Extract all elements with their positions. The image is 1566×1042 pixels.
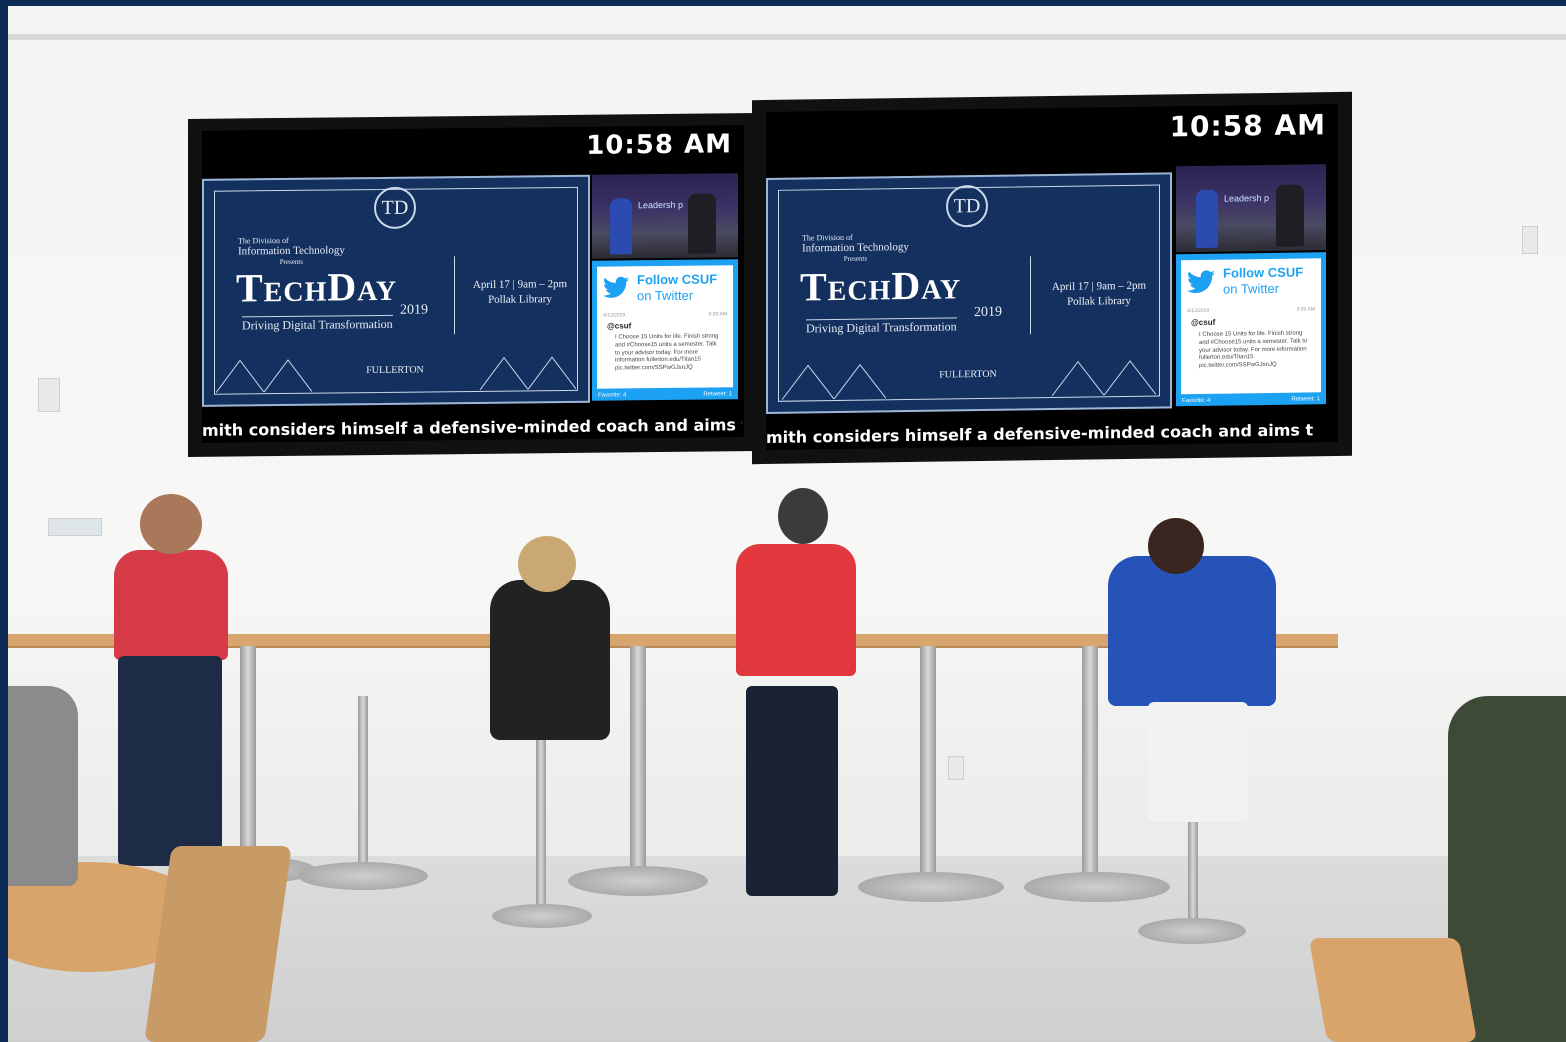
techday-slide: TD The Division of Information Technolog…	[202, 174, 590, 407]
presents-text: The Division of Information Technology P…	[802, 232, 909, 263]
tweet-card: Follow CSUF on Twitter 4/12/2019 9:00 AM…	[1181, 258, 1321, 395]
wall-outlet	[948, 756, 964, 780]
person-head	[518, 536, 576, 592]
twitter-heading: Follow CSUF on Twitter	[1223, 264, 1303, 296]
event-date-line1: April 17 | 9am – 2pm	[1051, 279, 1147, 294]
stool-base	[1138, 918, 1246, 944]
clock-text: 10:58 AM	[586, 129, 732, 161]
person-foreground-left	[8, 686, 78, 886]
event-date-line1: April 17 | 9am – 2pm	[472, 278, 568, 292]
event-title: TechDay	[236, 263, 398, 311]
stool-base	[492, 904, 592, 928]
twitter-heading-line2: on Twitter	[1223, 280, 1280, 297]
tweet-card: Follow CSUF on Twitter 4/12/2019 9:00 AM…	[597, 265, 733, 389]
presenter-right	[688, 193, 716, 254]
counter-base	[568, 866, 708, 896]
triangle-pattern	[216, 356, 576, 393]
presents-line2: Information Technology	[802, 241, 909, 255]
person-jeans	[118, 656, 222, 866]
tweet-date: 4/12/2019	[603, 312, 626, 319]
event-location: Pollak Library	[488, 293, 552, 306]
tweet-retweets: Retweet: 1	[703, 391, 732, 398]
stool-pole	[358, 696, 368, 876]
person-blue-hoodie	[1108, 556, 1276, 706]
event-location: Pollak Library	[1067, 294, 1131, 308]
presents-line2: Information Technology	[238, 244, 345, 258]
twitter-heading-line1: Follow CSUF	[1223, 264, 1304, 281]
thermostat	[48, 518, 102, 536]
presenter-left	[1196, 189, 1218, 248]
ceiling-trim	[8, 34, 1566, 40]
person-black-dress	[490, 580, 610, 740]
slide-divider	[1030, 256, 1031, 335]
video-banner: Leadersh p	[1224, 192, 1270, 204]
video-panel: Leadersh p	[592, 173, 738, 259]
counter-base	[1024, 872, 1170, 902]
video-panel: Leadersh p	[1176, 164, 1326, 253]
event-tagline: Driving Digital Transformation	[806, 317, 957, 337]
tweet-favorites: Favorite: 4	[1182, 397, 1211, 405]
person-red-floral-top	[114, 550, 228, 660]
stool-pole	[536, 726, 546, 916]
presents-text: The Division of Information Technology P…	[238, 235, 345, 266]
person-head	[140, 494, 202, 554]
triangle-pattern	[782, 360, 1156, 400]
twitter-heading-line2: on Twitter	[637, 287, 694, 303]
techday-slide: TD The Division of Information Technolog…	[766, 172, 1172, 414]
counter-base	[858, 872, 1004, 902]
news-ticker: mith considers himself a defensive-minde…	[766, 420, 1314, 447]
event-date: April 17 | 9am – 2pm Pollak Library	[1040, 279, 1158, 310]
person-head	[1148, 518, 1204, 574]
wall-switch-right	[1522, 226, 1538, 254]
twitter-panel: Follow CSUF on Twitter 4/12/2019 9:00 AM…	[1176, 252, 1326, 407]
tweet-handle: @csuf	[607, 321, 632, 331]
clock-text: 10:58 AM	[1169, 108, 1326, 144]
tweet-favorites: Favorite: 4	[598, 392, 627, 399]
counter-leg	[240, 646, 256, 866]
event-year: 2019	[974, 304, 1002, 321]
tweet-time: 9:00 AM	[708, 311, 727, 318]
twitter-bird-icon	[603, 276, 629, 298]
tweet-handle: @csuf	[1191, 317, 1216, 328]
tweet-retweets: Retweet: 1	[1291, 396, 1320, 403]
tweet-time: 9:00 AM	[1296, 306, 1315, 313]
tweet-date: 4/12/2019	[1187, 307, 1210, 315]
event-year: 2019	[400, 302, 428, 318]
wall-switch-left	[38, 378, 60, 412]
person-red-jacket	[736, 544, 856, 676]
tweet-body: I Choose 15 Units for life. Finish stron…	[615, 333, 719, 372]
display-screen-right: 10:58 AM TD The Division of Information …	[752, 91, 1352, 465]
counter-leg	[920, 646, 936, 886]
slide-divider	[454, 256, 455, 335]
person-leggings	[746, 686, 838, 896]
video-banner: Leadersh p	[638, 199, 684, 211]
person-white-pants	[1148, 702, 1248, 822]
display-screen-left: 10:58 AM TD The Division of Information …	[188, 113, 758, 457]
twitter-bird-icon	[1187, 270, 1215, 294]
news-ticker: mith considers himself a defensive-minde…	[202, 415, 742, 440]
twitter-heading: Follow CSUF on Twitter	[637, 271, 717, 303]
td-logo: TD	[374, 186, 416, 230]
event-title: TechDay	[800, 262, 962, 310]
stool-base	[298, 862, 428, 890]
presenter-right	[1276, 184, 1304, 247]
counter-leg	[1082, 646, 1098, 886]
tweet-body: I Choose 15 Units for life. Finish stron…	[1199, 330, 1308, 370]
event-date: April 17 | 9am – 2pm Pollak Library	[464, 277, 576, 308]
event-tagline: Driving Digital Transformation	[242, 314, 393, 334]
person-head	[778, 488, 828, 544]
screen-inner: 10:58 AM TD The Division of Information …	[766, 104, 1338, 450]
presenter-left	[610, 198, 632, 255]
twitter-heading-line1: Follow CSUF	[637, 271, 718, 288]
screen-inner: 10:58 AM TD The Division of Information …	[202, 125, 744, 443]
twitter-panel: Follow CSUF on Twitter 4/12/2019 9:00 AM…	[592, 259, 738, 401]
counter-leg	[630, 646, 646, 876]
photo-scene: 10:58 AM TD The Division of Information …	[8, 6, 1566, 1042]
chair-right	[1308, 938, 1478, 1042]
